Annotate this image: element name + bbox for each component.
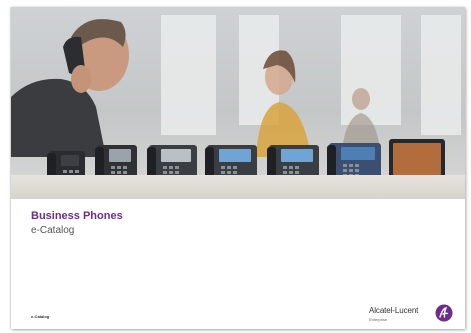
- phone-key: [221, 171, 225, 174]
- phone-screen: [393, 143, 441, 175]
- phone-key: [163, 166, 167, 169]
- phone-key: [111, 166, 115, 169]
- phone-key: [349, 164, 353, 167]
- brand-name: Alcatel-Lucent: [369, 306, 419, 315]
- phone-key: [295, 171, 299, 174]
- phone-key: [283, 166, 287, 169]
- phone-key: [227, 171, 231, 174]
- brand-logo-block: Alcatel-Lucent Enterprise: [369, 304, 455, 326]
- phone-key: [163, 171, 167, 174]
- phone-key: [69, 170, 73, 173]
- phone-key: [343, 169, 347, 172]
- man-on-phone-figure: [11, 19, 129, 157]
- phone-key: [63, 170, 67, 173]
- phone-key: [233, 166, 237, 169]
- phone-key: [123, 166, 127, 169]
- desk-surface: [11, 175, 465, 199]
- phone-key: [111, 171, 115, 174]
- phone-key: [175, 171, 179, 174]
- alcatel-lucent-logo-icon: [435, 304, 453, 322]
- woman-on-phone-figure: [256, 50, 311, 157]
- phone-key: [349, 169, 353, 172]
- phone-key: [117, 171, 121, 174]
- phone-key: [355, 164, 359, 167]
- hero-scene: [11, 19, 445, 190]
- phone-screen: [281, 149, 313, 162]
- catalog-title: Business Phones: [31, 210, 123, 222]
- hero-image: [11, 7, 465, 199]
- phone-key: [123, 171, 127, 174]
- phone-key: [169, 166, 173, 169]
- phone-screen: [161, 149, 191, 162]
- catalog-cover: Business Phones e-Catalog e-Catalog Alca…: [11, 7, 465, 329]
- phone-key: [283, 171, 287, 174]
- phone-key: [289, 171, 293, 174]
- phone-key: [343, 164, 347, 167]
- phone-screen: [109, 149, 131, 162]
- phone-key: [233, 171, 237, 174]
- phone-key: [295, 166, 299, 169]
- phone-screen: [61, 155, 79, 166]
- footer-label: e-Catalog: [31, 314, 50, 319]
- phone-key: [169, 171, 173, 174]
- brand-subtitle: Enterprise: [369, 317, 388, 322]
- phone-key: [355, 169, 359, 172]
- title-block: Business Phones e-Catalog: [31, 210, 123, 236]
- phone-key: [75, 170, 79, 173]
- phone-screen: [341, 147, 375, 160]
- phone-key: [221, 166, 225, 169]
- phone-key: [175, 166, 179, 169]
- phone-key: [117, 166, 121, 169]
- phone-key: [227, 166, 231, 169]
- catalog-subtitle: e-Catalog: [31, 225, 75, 236]
- phone-screen: [219, 149, 251, 162]
- phone-key: [289, 166, 293, 169]
